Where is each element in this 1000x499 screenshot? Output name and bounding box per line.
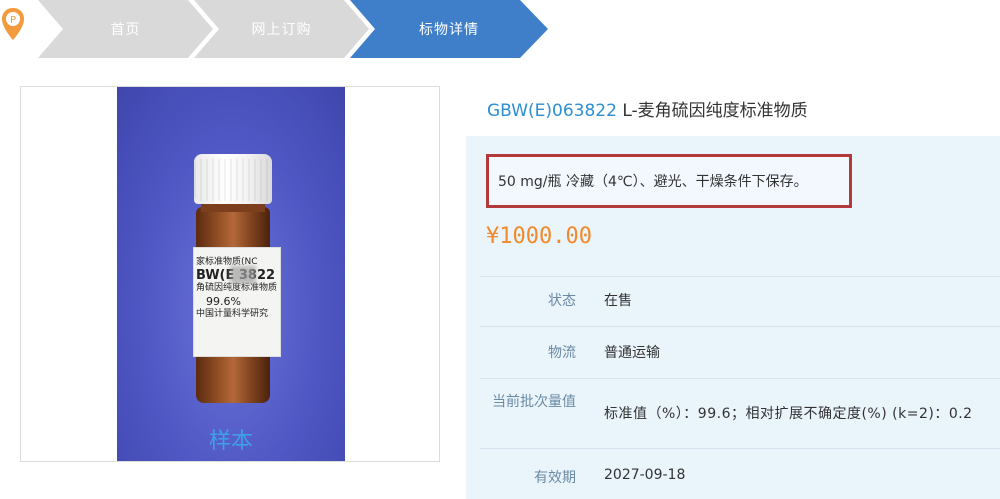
breadcrumb-item-home[interactable]: 首页 [38,0,213,58]
attr-key: 物流 [548,345,576,361]
product-photo[interactable]: 家标准物质(NC BW(E 3822 角硫因纯度标准物质 99.6% 中国计量科… [117,87,345,461]
breadcrumb: P 首页 网上订购 标物详情 [0,0,560,58]
svg-text:P: P [10,15,16,26]
breadcrumb-label: 标物详情 [419,22,479,38]
attr-value: 在售 [604,293,632,309]
breadcrumb-item-detail: 标物详情 [350,0,548,58]
attr-row-status: 状态 在售 [480,276,1000,326]
map-pin-icon: P [2,8,24,40]
sample-caption: 样本 [208,429,253,454]
breadcrumb-label: 网上订购 [251,22,312,38]
attr-row-logistics: 物流 普通运输 [480,326,1000,378]
attr-value: 普通运输 [604,345,660,361]
breadcrumb-label: 首页 [110,22,141,38]
product-code: GBW(E)063822 [487,101,617,121]
product-name: L-麦角硫因纯度标准物质 [622,101,808,121]
price: ¥1000.00 [486,224,592,249]
attr-row-expiry: 有效期 2027-09-18 [480,448,1000,499]
attr-key: 状态 [548,293,576,309]
attr-value: 标准值（%）：99.6；相对扩展不确定度(%) (k=2)：0.2 [604,406,973,422]
breadcrumb-item-online-order[interactable]: 网上订购 [194,0,369,58]
product-info-panel: 50 mg/瓶 冷藏（4℃）、避光、干燥条件下保存。 ¥1000.00 状态 在… [466,136,1000,499]
spec-highlight-box: 50 mg/瓶 冷藏（4℃）、避光、干燥条件下保存。 [486,154,852,208]
product-title: GBW(E)063822 L-麦角硫因纯度标准物质 [487,96,808,121]
attr-row-batch-value: 当前批次量值 标准值（%）：99.6；相对扩展不确定度(%) (k=2)：0.2 [480,378,1000,448]
attr-key: 当前批次量值 [492,394,576,410]
attr-key: 有效期 [534,470,576,486]
product-image-panel: 家标准物质(NC BW(E 3822 角硫因纯度标准物质 99.6% 中国计量科… [20,86,440,462]
spec-text: 50 mg/瓶 冷藏（4℃）、避光、干燥条件下保存。 [498,174,808,190]
vial-label: 家标准物质(NC BW(E 3822 角硫因纯度标准物质 99.6% 中国计量科… [193,247,281,357]
attr-value: 2027-09-18 [604,467,686,483]
